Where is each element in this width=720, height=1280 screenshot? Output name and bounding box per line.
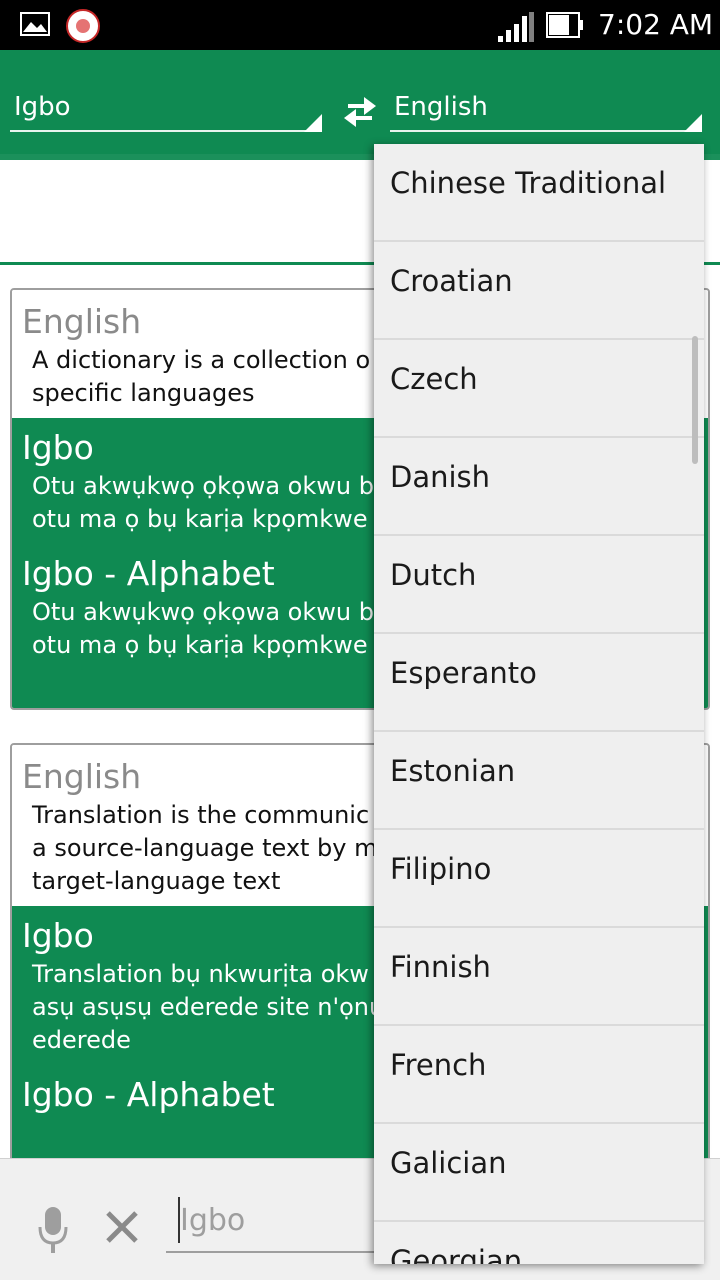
dropdown-triangle-icon xyxy=(304,114,322,132)
dropdown-option[interactable]: Chinese Traditional xyxy=(374,144,704,242)
dropdown-option-label: Estonian xyxy=(390,754,516,788)
dropdown-option[interactable]: Estonian xyxy=(374,732,704,830)
battery-icon xyxy=(546,12,583,38)
dropdown-option[interactable]: Filipino xyxy=(374,830,704,928)
dropdown-option[interactable]: Georgian xyxy=(374,1222,704,1264)
dropdown-option[interactable]: Croatian xyxy=(374,242,704,340)
status-time: 7:02 AM xyxy=(598,8,714,41)
close-icon[interactable] xyxy=(104,1209,140,1245)
app-logo-icon xyxy=(66,9,100,43)
status-bar: 7:02 AM xyxy=(0,0,720,50)
dropdown-option[interactable]: Galician xyxy=(374,1124,704,1222)
dropdown-option[interactable]: Czech xyxy=(374,340,704,438)
dropdown-option-label: Croatian xyxy=(390,264,513,298)
dropdown-option-label: Chinese Traditional xyxy=(390,166,667,200)
dropdown-triangle-icon xyxy=(684,114,702,132)
swap-icon[interactable] xyxy=(340,94,380,128)
target-language-label: English xyxy=(394,92,488,122)
target-language-select[interactable]: English xyxy=(390,76,702,138)
source-language-select[interactable]: Igbo xyxy=(10,76,322,138)
dropdown-option[interactable]: French xyxy=(374,1026,704,1124)
language-dropdown-list[interactable]: Chinese Traditional Croatian Czech Danis… xyxy=(374,144,704,1264)
source-language-underline xyxy=(10,130,322,132)
dropdown-option-label: Esperanto xyxy=(390,656,537,690)
dropdown-option[interactable]: Dutch xyxy=(374,536,704,634)
dropdown-option-label: Dutch xyxy=(390,558,477,592)
dropdown-option-label: Galician xyxy=(390,1146,507,1180)
signal-icon xyxy=(498,12,534,42)
dropdown-option-label: Finnish xyxy=(390,950,491,984)
dropdown-option[interactable]: Esperanto xyxy=(374,634,704,732)
dropdown-option-label: French xyxy=(390,1048,487,1082)
toolbar: Igbo English xyxy=(0,50,720,154)
dropdown-option[interactable]: Finnish xyxy=(374,928,704,1026)
source-language-label: Igbo xyxy=(14,92,71,122)
dropdown-option-label: Czech xyxy=(390,362,478,396)
text-input-placeholder: Igbo xyxy=(180,1203,246,1238)
target-language-underline xyxy=(390,130,702,132)
gallery-icon xyxy=(20,12,50,36)
dropdown-option-label: Filipino xyxy=(390,852,492,886)
mic-icon[interactable] xyxy=(36,1205,70,1255)
dropdown-option-label: Danish xyxy=(390,460,491,494)
dropdown-option[interactable]: Danish xyxy=(374,438,704,536)
dropdown-option-label: Georgian xyxy=(390,1244,523,1264)
dropdown-scrollbar[interactable] xyxy=(692,336,698,464)
